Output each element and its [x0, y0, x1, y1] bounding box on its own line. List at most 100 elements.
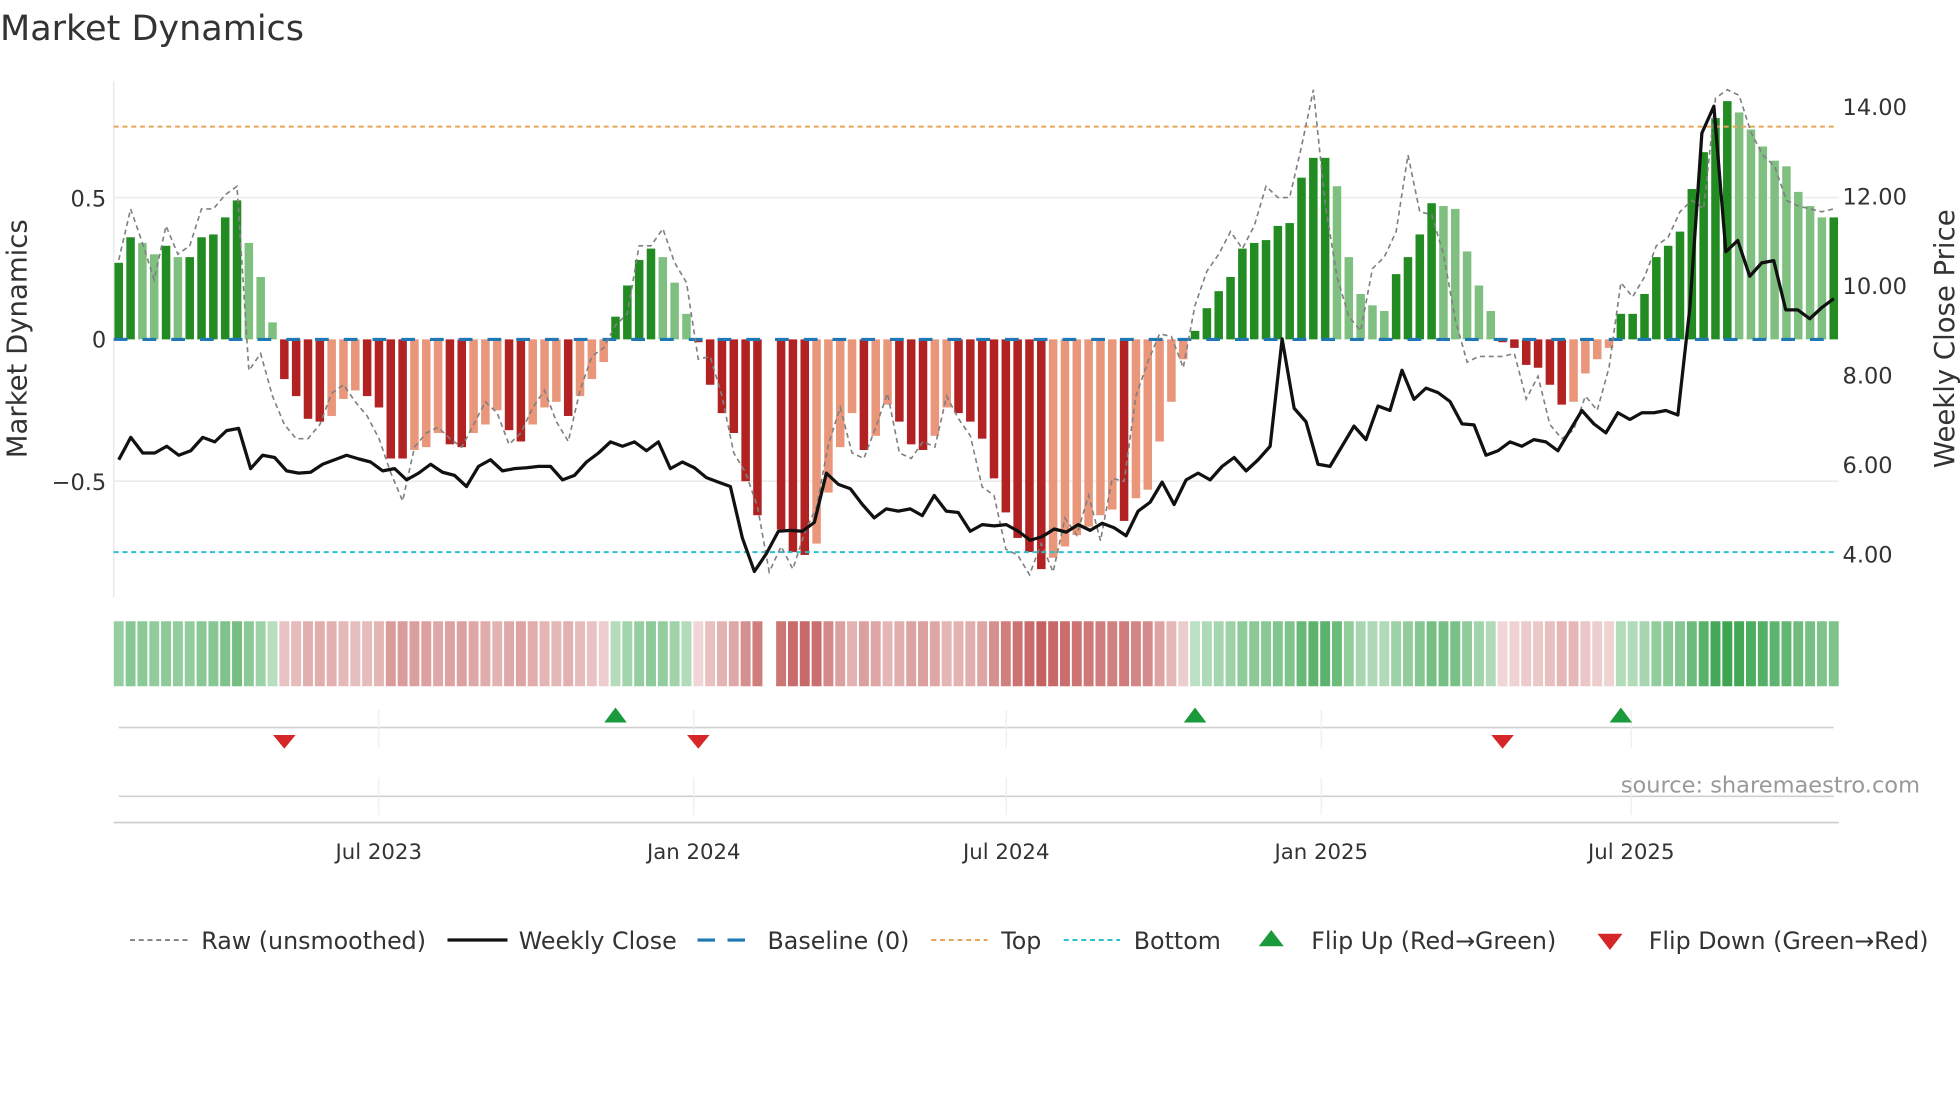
bar-31 — [481, 339, 490, 425]
strip-cell-24 — [397, 621, 408, 687]
regime-strip — [113, 621, 1839, 687]
strip-cell-25 — [409, 621, 420, 687]
bar-18 — [327, 339, 336, 416]
strip-cell-95 — [1237, 621, 1248, 687]
strip-cell-76 — [1012, 621, 1023, 687]
strip-cell-22 — [373, 621, 384, 687]
strip-cell-61 — [835, 621, 846, 687]
strip-cell-48 — [681, 621, 692, 687]
bar-114 — [1462, 251, 1472, 340]
chart-title: Market Dynamics — [0, 9, 304, 49]
bar-46 — [658, 257, 668, 340]
bar-61 — [835, 339, 845, 448]
bar-58 — [800, 339, 810, 555]
strip-cell-54 — [752, 621, 763, 687]
bar-51 — [717, 339, 727, 414]
bar-75 — [1001, 339, 1011, 513]
strip-cell-92 — [1201, 621, 1212, 687]
strip-cell-40 — [586, 621, 597, 687]
bar-38 — [563, 339, 573, 416]
strip-cell-79 — [1048, 621, 1059, 687]
strip-cell-83 — [1095, 621, 1106, 687]
bar-92 — [1202, 308, 1212, 340]
bar-94 — [1226, 276, 1235, 340]
strip-cell-74 — [989, 621, 999, 687]
strip-cell-100 — [1296, 621, 1307, 687]
strip-cell-122 — [1556, 621, 1567, 687]
y-axis-title: Market Dynamics — [1, 219, 33, 458]
strip-cell-0 — [113, 621, 124, 687]
strip-cell-41 — [598, 621, 609, 687]
bar-72 — [966, 339, 975, 422]
bar-12 — [256, 276, 265, 340]
strip-cell-2 — [137, 621, 148, 687]
bar-14 — [280, 339, 289, 380]
strip-cell-4 — [161, 621, 172, 687]
bar-7 — [197, 237, 206, 340]
strip-cell-102 — [1320, 621, 1331, 687]
legend-flip-down-label: Flip Down (Green→Red) — [1649, 927, 1929, 955]
bar-104 — [1344, 257, 1354, 340]
strip-cell-8 — [208, 621, 219, 687]
legend-flip-up-icon — [1258, 930, 1284, 947]
bar-88 — [1155, 339, 1164, 442]
strip-cell-39 — [575, 621, 585, 687]
flip-down-marker-2 — [687, 735, 710, 749]
bar-108 — [1391, 274, 1401, 340]
strip-cell-116 — [1485, 621, 1496, 687]
bar-109 — [1403, 257, 1413, 340]
strip-cell-112 — [1438, 621, 1449, 687]
bar-66 — [895, 339, 904, 422]
bar-124 — [1581, 339, 1590, 374]
x-tick-2: Jul 2024 — [961, 840, 1049, 865]
bar-77 — [1025, 339, 1034, 553]
strip-cell-26 — [421, 621, 432, 687]
bar-8 — [209, 234, 218, 340]
bar-22 — [374, 339, 384, 408]
strip-cell-52 — [728, 621, 739, 687]
raw-unsmoothed-line — [117, 88, 1834, 577]
bar-79 — [1048, 339, 1058, 558]
strip-cell-32 — [492, 621, 503, 687]
bar-137 — [1734, 112, 1744, 340]
strip-cell-73 — [977, 621, 988, 687]
legend-raw-label: Raw (unsmoothed) — [201, 927, 426, 955]
strip-cell-80 — [1059, 621, 1070, 687]
strip-cell-42 — [610, 621, 621, 687]
strip-cell-104 — [1343, 621, 1354, 687]
bar-16 — [303, 339, 313, 419]
bar-127 — [1616, 313, 1626, 340]
strip-cell-107 — [1379, 621, 1390, 687]
strip-cell-27 — [433, 621, 444, 687]
strip-cell-28 — [444, 621, 455, 687]
bar-13 — [268, 322, 277, 340]
y2-axis-title: Weekly Close Price — [1929, 209, 1960, 468]
bar-69 — [930, 339, 940, 436]
bar-45 — [646, 248, 656, 340]
strip-cell-15 — [291, 621, 302, 687]
bar-44 — [634, 259, 644, 340]
strip-cell-89 — [1166, 621, 1177, 687]
bar-122 — [1557, 339, 1566, 405]
strip-cell-124 — [1580, 621, 1591, 687]
strip-cell-36 — [539, 621, 550, 687]
bar-80 — [1060, 339, 1070, 547]
bar-37 — [552, 339, 561, 402]
strip-cell-18 — [326, 621, 337, 687]
bar-50 — [705, 339, 715, 385]
bar-71 — [954, 339, 963, 414]
strip-cell-139 — [1757, 621, 1768, 687]
x-tick-3: Jan 2025 — [1272, 840, 1368, 865]
bar-99 — [1285, 223, 1294, 340]
bar-102 — [1320, 157, 1330, 340]
bar-35 — [528, 339, 537, 425]
bar-33 — [504, 339, 514, 431]
market-dynamics-chart: Market Dynamics 0.5 0 −0.5 14.00 12.00 10.… — [0, 9, 1960, 955]
bar-5 — [173, 257, 183, 340]
strip-cell-118 — [1509, 621, 1520, 687]
strip-cell-144 — [1816, 621, 1827, 687]
bar-39 — [575, 339, 585, 397]
bar-1 — [126, 237, 135, 340]
bar-138 — [1746, 129, 1756, 340]
strip-cell-130 — [1651, 621, 1662, 687]
